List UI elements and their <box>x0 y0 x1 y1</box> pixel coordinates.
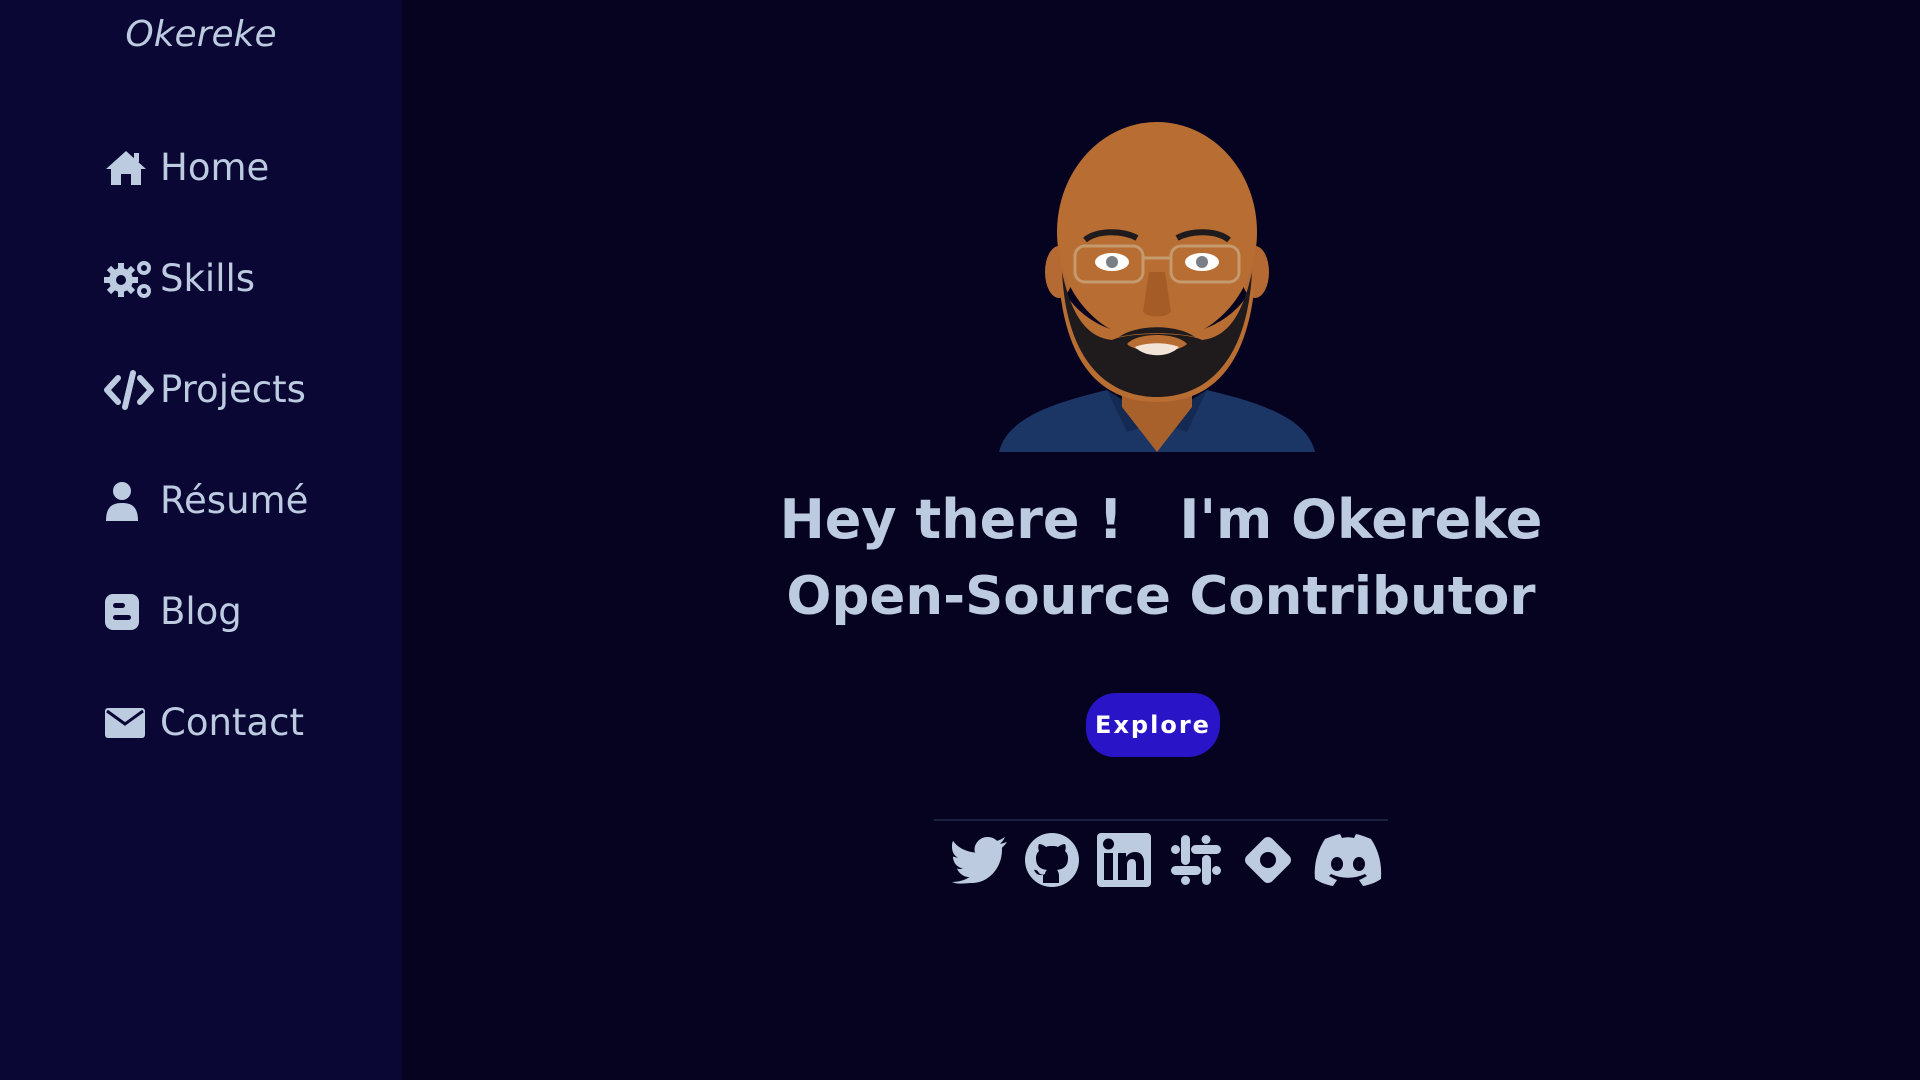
sidebar-item-home[interactable]: Home <box>104 112 308 223</box>
slack-icon[interactable] <box>1166 830 1226 890</box>
brand-name[interactable]: Okereke <box>0 14 402 55</box>
sidebar-item-label: Home <box>160 146 270 189</box>
envelope-icon <box>104 699 158 747</box>
code-icon <box>104 366 158 414</box>
diamond-icon[interactable] <box>1238 830 1298 890</box>
divider <box>934 819 1388 821</box>
sidebar-item-projects[interactable]: Projects <box>104 334 308 445</box>
twitter-icon[interactable] <box>950 830 1010 890</box>
sidebar-item-contact[interactable]: Contact <box>104 667 308 778</box>
sidebar-item-label: Projects <box>160 368 306 411</box>
sidebar-nav: Home Skills Projects Résumé Blog Contact <box>104 112 308 778</box>
sidebar-item-resume[interactable]: Résumé <box>104 445 308 556</box>
gears-icon <box>104 255 158 303</box>
home-icon <box>104 144 158 192</box>
sidebar-item-label: Résumé <box>160 479 309 522</box>
hero-greeting: Hey there ! I'm Okereke <box>779 488 1543 551</box>
hero-role: Open-Source Contributor <box>786 566 1536 627</box>
social-links <box>950 830 1386 890</box>
main-content: Hey there ! I'm Okereke Open-Source Cont… <box>402 0 1920 1080</box>
sidebar: Okereke Home Skills Projects Résumé Blog… <box>0 0 402 1080</box>
sidebar-item-label: Skills <box>160 257 256 300</box>
github-icon[interactable] <box>1022 830 1082 890</box>
sidebar-item-label: Contact <box>160 701 304 744</box>
sidebar-item-blog[interactable]: Blog <box>104 556 308 667</box>
blogger-icon <box>104 588 158 636</box>
avatar <box>997 122 1317 452</box>
user-icon <box>104 477 158 525</box>
discord-icon[interactable] <box>1310 830 1386 890</box>
sidebar-item-label: Blog <box>160 590 242 633</box>
explore-button[interactable]: Explore <box>1086 693 1220 757</box>
sidebar-item-skills[interactable]: Skills <box>104 223 308 334</box>
linkedin-icon[interactable] <box>1094 830 1154 890</box>
